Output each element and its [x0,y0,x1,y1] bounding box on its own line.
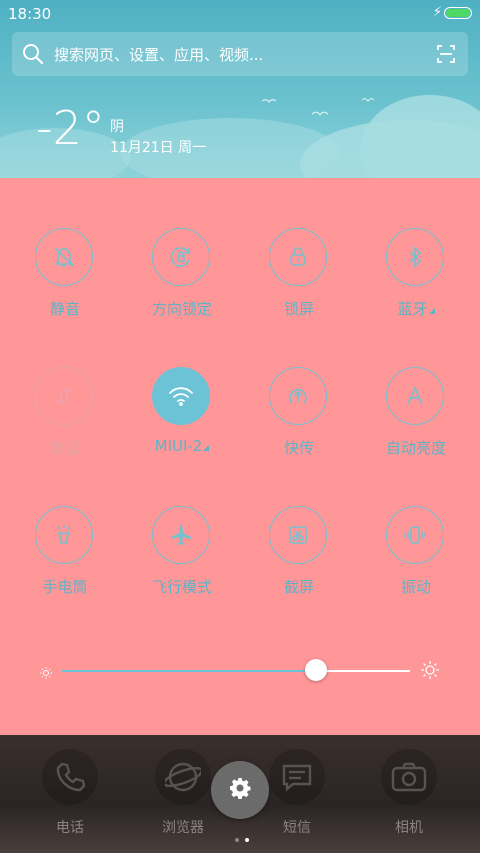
battery-icon [444,7,472,19]
toggle-label-text: MIUI-2 [154,437,203,455]
bird-icon [312,111,328,117]
toggle-label: MIUI-2 [122,437,242,455]
toggle-label: 数据 [49,439,80,457]
weather-date: 11月21日 周一 [110,140,207,156]
airplane-icon [152,506,210,564]
toggle-label: 快传 [283,439,314,457]
page-indicator [232,827,252,846]
expand-indicator [203,445,210,451]
toggle-label-text: 蓝牙 [397,300,428,318]
bird-icon [362,98,374,102]
toggle-label: 蓝牙 [356,298,476,319]
toggle-mute[interactable]: 静音 [5,228,125,348]
search-placeholder: 搜索网页、设置、应用、视频... [54,46,264,64]
toggle-label: 手电筒 [42,578,88,596]
letter-a-icon [386,367,444,425]
charging-icon: ⚡ [432,5,442,20]
app-phone[interactable]: 电话 [25,749,115,837]
scissors-icon [269,506,327,564]
dock-app-label: 短信 [283,820,311,836]
bluetooth-icon [386,228,444,286]
toggle-label: 锁屏 [283,300,314,318]
page-dot-active [245,838,249,842]
quick-settings-panel: 静音 方向锁定 锁屏 蓝牙 数据 MIUI-2 快传 自动亮度 手电筒 飞行模式… [0,178,480,735]
flashlight-icon [35,506,93,564]
toggle-screenshot[interactable]: 截屏 [239,506,359,626]
data-arrows-icon [35,367,93,425]
dock-app-label: 相机 [395,820,423,836]
status-bar: 18:30 ⚡ [0,0,480,28]
toggle-wifi[interactable]: MIUI-2 [122,367,242,487]
vibrate-icon [386,506,444,564]
battery-fill [446,9,470,17]
weather-header: 18:30 ⚡ 搜索网页、设置、应用、视频... -2° 阴 11月21日 周一 [0,0,480,178]
bell-off-icon [35,228,93,286]
search-icon [22,43,44,69]
sun-small-icon [40,664,52,683]
toggle-label: 振动 [400,578,431,596]
toggle-vibrate[interactable]: 振动 [356,506,476,626]
browser-icon [155,749,211,805]
search-bar[interactable]: 搜索网页、设置、应用、视频... [12,32,468,76]
settings-button[interactable] [211,761,269,819]
toggle-airplane[interactable]: 飞行模式 [122,506,242,626]
bird-icon [262,99,276,103]
weather-condition: 阴 [110,119,124,135]
toggle-lock-screen[interactable]: 锁屏 [239,228,359,348]
brightness-slider[interactable] [62,670,410,672]
dock-app-label: 浏览器 [162,820,204,836]
message-icon [269,749,325,805]
expand-indicator [428,308,435,314]
rotation-lock-icon [152,228,210,286]
brightness-slider-thumb[interactable] [305,659,328,681]
phone-icon [42,749,98,805]
toggle-label: 静音 [49,300,80,318]
toggle-flashlight[interactable]: 手电筒 [5,506,125,626]
gear-icon [228,776,252,804]
wifi-icon [152,367,210,425]
page-dot [235,838,239,842]
toggle-rotation-lock[interactable]: 方向锁定 [122,228,242,348]
lock-icon [269,228,327,286]
toggle-label: 方向锁定 [151,300,212,318]
app-camera[interactable]: 相机 [364,749,454,837]
toggle-auto-brightness[interactable]: 自动亮度 [356,367,476,487]
brightness-slider-fill [62,670,317,672]
clock: 18:30 [8,5,52,23]
dock-app-label: 电话 [56,820,84,836]
toggle-quick-send[interactable]: 快传 [239,367,359,487]
upload-circle-icon [269,367,327,425]
sun-large-icon [420,660,440,684]
temperature: -2° [36,101,105,155]
toggle-bluetooth[interactable]: 蓝牙 [356,228,476,348]
toggle-label: 飞行模式 [151,578,212,596]
toggle-data[interactable]: 数据 [5,367,125,487]
toggle-label: 自动亮度 [385,439,446,457]
toggle-label: 截屏 [283,578,314,596]
scan-icon[interactable] [436,44,456,68]
camera-icon [381,749,437,805]
